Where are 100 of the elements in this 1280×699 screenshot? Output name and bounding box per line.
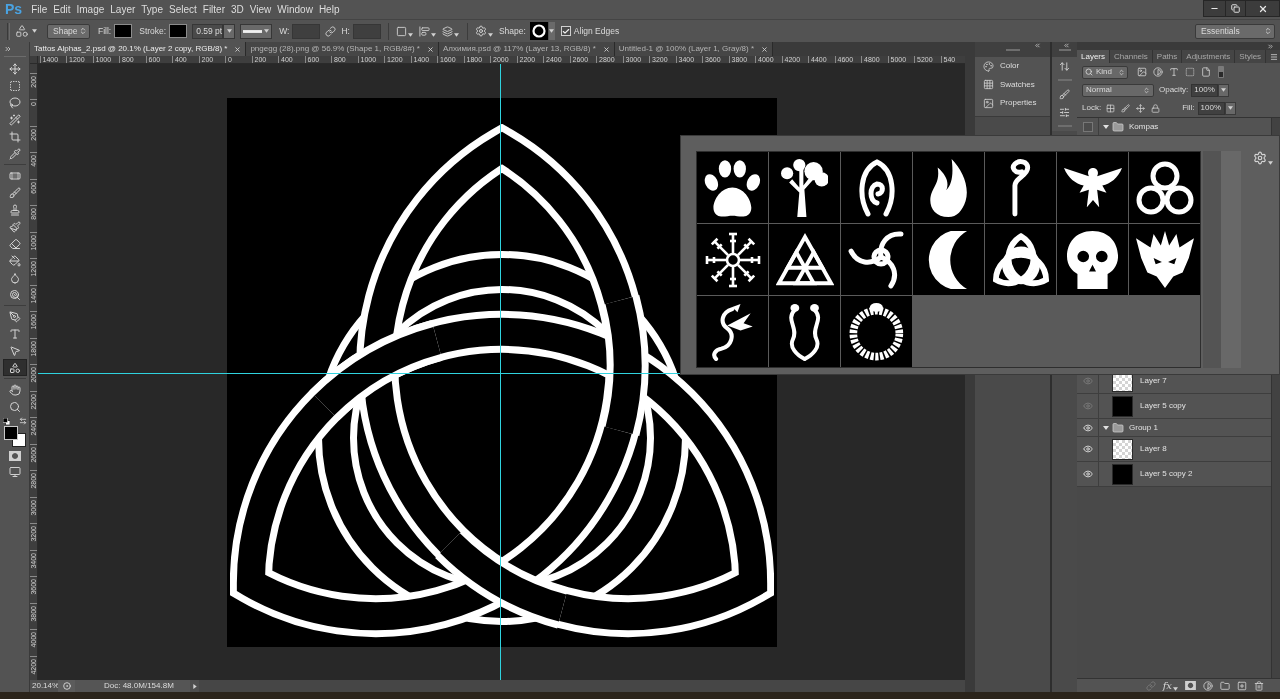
link-icon[interactable] [325,25,337,37]
blend-mode-dropdown[interactable]: Normal [1082,83,1154,97]
menu-item[interactable]: Type [141,3,163,16]
menu-item[interactable]: Window [277,3,313,16]
plus-square-icon[interactable] [1237,680,1247,691]
tool-button[interactable] [2,359,27,376]
color-swatches[interactable] [3,426,26,447]
shape-tile[interactable] [913,152,984,223]
shape-tile[interactable] [697,224,768,295]
restore-button[interactable] [1226,0,1246,17]
picker-settings-button[interactable] [1253,151,1273,165]
shape-tile[interactable] [985,224,1056,295]
shape-tile[interactable] [1057,152,1128,223]
settings-button[interactable] [474,25,493,37]
panel-button[interactable]: Color [975,57,1050,76]
status-info-button[interactable] [58,680,75,692]
shape-tile[interactable] [1057,224,1128,295]
panel-button[interactable]: Swatches [975,75,1050,94]
layer-row[interactable]: Layer 5 copy [1077,394,1271,419]
collapse-icon[interactable] [1063,42,1070,49]
collapse-icon[interactable] [1267,42,1274,50]
menu-item[interactable]: View [249,3,272,16]
folder-icon[interactable] [1220,680,1230,691]
menu-item[interactable]: Select [169,3,197,16]
checkbox[interactable] [560,26,571,36]
shape-tile[interactable] [985,152,1056,223]
status-menu-button[interactable] [190,680,199,692]
width-field[interactable] [292,23,321,39]
trash-icon[interactable] [1254,680,1264,691]
document-icon[interactable] [1201,67,1211,77]
dashed-square-icon[interactable] [1185,67,1195,77]
stroke-color-swatch[interactable] [169,24,188,38]
document-tab[interactable]: Untitled-1 @ 100% (Layer 1, Gray/8) * [614,42,774,56]
stroke-width-field[interactable]: 0.59 pt [192,23,224,39]
shape-tile[interactable] [769,152,840,223]
shape-tile[interactable] [1129,152,1200,223]
shape-tile[interactable] [841,152,912,223]
layer-row[interactable]: Layer 8 [1077,437,1271,462]
menu-item[interactable]: 3D [231,3,244,16]
shape-tile[interactable] [913,224,984,295]
menu-item[interactable]: File [31,3,48,16]
letter-t-icon[interactable] [1169,67,1179,77]
filter-kind-dropdown[interactable]: Kind [1082,65,1128,79]
shape-tile[interactable] [697,152,768,223]
image-icon[interactable] [1137,67,1147,77]
close-button[interactable] [1246,0,1280,17]
panel-tab[interactable]: Layers [1077,50,1110,63]
menu-item[interactable]: Filter [202,3,225,16]
layer-row[interactable]: Layer 5 copy 2 [1077,462,1271,487]
shape-tile[interactable] [697,296,768,367]
path-arrangement-button[interactable] [441,25,459,37]
path-operations-button[interactable] [395,25,413,37]
tool-preset-picker[interactable] [15,24,37,38]
lock-icon[interactable] [1151,103,1161,113]
path-alignment-button[interactable] [418,25,436,37]
close-icon[interactable] [426,45,434,53]
menu-item[interactable]: Image [76,3,105,16]
panel-button[interactable]: Properties [975,94,1050,113]
monitor-icon[interactable] [8,466,21,478]
close-icon[interactable] [234,45,242,53]
shape-tile[interactable] [841,224,912,295]
fill-color-swatch[interactable] [114,24,133,38]
close-icon[interactable] [602,45,610,53]
fill-field[interactable]: 100% [1197,101,1225,115]
layer-group-row[interactable]: Group 1 [1077,419,1271,437]
expand-icon[interactable] [4,45,12,53]
disclosure-triangle-icon[interactable] [1103,124,1109,129]
close-icon[interactable] [761,45,769,53]
move-icon[interactable] [1136,103,1146,113]
document-tab[interactable]: pngegg (28).png @ 56.9% (Shape 1, RGB/8#) * [246,42,439,56]
overlapping-squares-icon[interactable] [2,417,10,425]
layer-group-row[interactable]: Kompas [1077,118,1271,136]
line-style-dropdown[interactable] [240,23,273,39]
layer-style-button[interactable]: fx [1162,680,1178,691]
menu-item[interactable]: Edit [53,3,71,16]
stroke-width-dropdown[interactable] [223,23,236,39]
shape-tile[interactable] [841,296,912,367]
height-field[interactable] [352,23,381,39]
menu-item[interactable]: Layer [110,3,136,16]
document-tab[interactable]: Алхимия.psd @ 117% (Layer 13, RGB/8) * [438,42,615,56]
eye-icon[interactable] [1082,422,1093,433]
fill-dropdown[interactable] [1224,101,1236,115]
opacity-dropdown[interactable] [1218,83,1230,97]
mode-dropdown[interactable]: Shape [47,23,90,39]
shape-tile[interactable] [769,224,840,295]
grid-icon[interactable] [1106,103,1116,113]
shape-preview-picker[interactable] [529,22,555,40]
half-circle-icon[interactable] [1203,680,1213,691]
shape-tile[interactable] [769,296,840,367]
opacity-field[interactable]: 100% [1191,83,1219,97]
half-circle-icon[interactable] [1153,67,1163,77]
brush-icon[interactable] [1121,103,1131,113]
menu-item[interactable]: Help [318,3,340,16]
swap-arrows-icon[interactable] [18,417,27,425]
workspace-dropdown[interactable]: Essentials [1195,23,1275,39]
document-tab[interactable]: Tattos Alphas_2.psd @ 20.1% (Layer 2 copy, RGB/8) * [30,42,247,56]
collapse-icon[interactable] [1034,42,1041,49]
toggle-switch-icon[interactable] [1218,66,1224,78]
shape-tile[interactable] [1129,224,1200,295]
disclosure-triangle-icon[interactable] [1103,425,1109,430]
